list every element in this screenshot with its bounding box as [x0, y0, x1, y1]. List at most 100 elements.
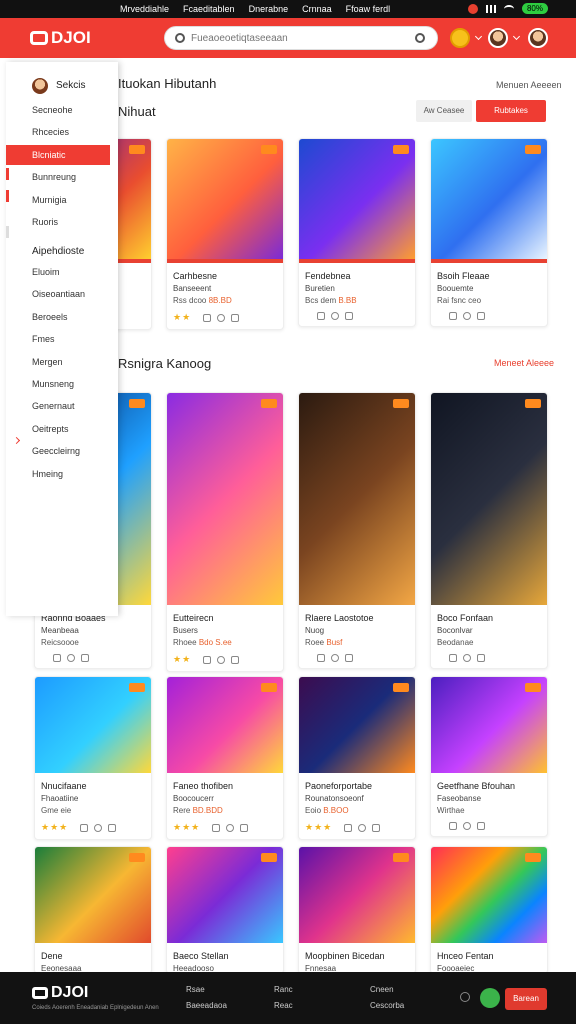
filter-button-active[interactable]: Rubtakes: [476, 100, 546, 122]
sidebar-item[interactable]: Blcniatic: [6, 144, 110, 165]
chevron-down-icon[interactable]: [512, 32, 521, 41]
game-card[interactable]: Boco Fonfaan Boconlvar Beodanae: [430, 392, 548, 669]
sidebar-item[interactable]: Genernaut: [6, 396, 118, 416]
heart-icon[interactable]: [53, 654, 61, 662]
game-card[interactable]: Fendebnea Buretien Bcs dem B.BB: [298, 138, 416, 327]
heart-icon[interactable]: [317, 312, 325, 320]
heart-icon[interactable]: [203, 313, 212, 322]
footer-link[interactable]: Ranc: [274, 982, 293, 998]
bookmark-icon[interactable]: [231, 313, 240, 322]
bookmark-icon[interactable]: [477, 312, 485, 320]
sidebar-item[interactable]: Rhcecies: [6, 122, 118, 142]
share-icon[interactable]: [331, 312, 339, 320]
game-card[interactable]: Dene Eeonesaaa: [34, 846, 152, 972]
game-card[interactable]: Moopbinen Bicedan Fnnesaa: [298, 846, 416, 972]
coin-icon[interactable]: [450, 28, 470, 48]
status-link[interactable]: Crnnaa: [302, 4, 332, 14]
status-link[interactable]: Dnerabne: [249, 4, 289, 14]
heart-icon[interactable]: [317, 654, 325, 662]
game-thumbnail[interactable]: [299, 139, 415, 259]
share-icon[interactable]: [94, 823, 103, 832]
bookmark-icon[interactable]: [81, 654, 89, 662]
heart-icon[interactable]: [449, 822, 457, 830]
game-thumbnail[interactable]: [167, 393, 283, 605]
game-thumbnail[interactable]: [431, 847, 547, 943]
game-thumbnail[interactable]: [299, 677, 415, 773]
heart-icon[interactable]: [449, 654, 457, 662]
search-input[interactable]: [191, 30, 401, 46]
sidebar-item[interactable]: Secneohe: [6, 100, 118, 120]
footer-logo[interactable]: DJOI: [32, 984, 88, 1002]
bookmark-icon[interactable]: [477, 654, 485, 662]
bookmark-icon[interactable]: [231, 655, 240, 664]
search-submit-icon[interactable]: [415, 33, 425, 43]
heart-icon[interactable]: [344, 823, 353, 832]
sidebar-item[interactable]: Geeccleirng: [6, 441, 118, 461]
game-thumbnail[interactable]: [431, 393, 547, 605]
share-icon[interactable]: [463, 654, 471, 662]
sidebar-item[interactable]: Oiseoantiaan: [6, 284, 118, 304]
game-card[interactable]: Faneo thofiben Boocoucerr Rere BD.BDD ★★★: [166, 676, 284, 840]
see-all-link[interactable]: Meneet Aleeee: [494, 358, 554, 368]
share-icon[interactable]: [217, 313, 226, 322]
chevron-down-icon[interactable]: [474, 32, 483, 41]
game-card[interactable]: Paoneforportabe Rounatonsoeonf Eoio B.BOO ★…: [298, 676, 416, 840]
game-thumbnail[interactable]: [35, 677, 151, 773]
heart-icon[interactable]: [80, 823, 89, 832]
sidebar-item[interactable]: Eluoim: [6, 262, 118, 282]
heart-icon[interactable]: [203, 655, 212, 664]
share-icon[interactable]: [331, 654, 339, 662]
game-card[interactable]: Bsoih Fleaae Boouemte Rai fsnc ceo: [430, 138, 548, 327]
sidebar-item[interactable]: Fmes: [6, 329, 118, 349]
game-thumbnail[interactable]: [299, 847, 415, 943]
game-thumbnail[interactable]: [167, 847, 283, 943]
share-icon[interactable]: [217, 655, 226, 664]
share-icon[interactable]: [463, 822, 471, 830]
game-thumbnail[interactable]: [431, 677, 547, 773]
share-icon[interactable]: [463, 312, 471, 320]
game-card[interactable]: Nnucifaane Fhaoatiine Gme eie ★★★: [34, 676, 152, 840]
heart-icon[interactable]: [212, 823, 221, 832]
game-card[interactable]: Rlaere Laostotoe Nuog Roee Busf: [298, 392, 416, 669]
footer-link[interactable]: Cescorba: [370, 998, 404, 1014]
sidebar-item[interactable]: Mergen: [6, 352, 118, 372]
sidebar-item[interactable]: Bunnreung: [6, 167, 118, 187]
bookmark-icon[interactable]: [477, 822, 485, 830]
sidebar-item[interactable]: Hmeing: [6, 464, 118, 484]
bookmark-icon[interactable]: [372, 823, 381, 832]
status-link[interactable]: Mrveddiahle: [120, 4, 169, 14]
filter-button[interactable]: Aw Ceasee: [416, 100, 472, 122]
logo[interactable]: DJOI: [30, 28, 91, 48]
game-thumbnail[interactable]: [299, 393, 415, 605]
footer-cta-button[interactable]: Barean: [505, 988, 547, 1010]
bookmark-icon[interactable]: [240, 823, 249, 832]
sidebar-item[interactable]: Beroeels: [6, 307, 118, 327]
game-card[interactable]: Carhbesne Banseeent Rss dcoo 8B.BD ★★: [166, 138, 284, 330]
game-thumbnail[interactable]: [35, 847, 151, 943]
game-card[interactable]: Hnceo Fentan Foooaeiec: [430, 846, 548, 972]
status-link[interactable]: Fcaeditablen: [183, 4, 235, 14]
search-bar[interactable]: [164, 26, 438, 50]
see-all-link[interactable]: Menuen Aeeeen: [496, 80, 562, 90]
bookmark-icon[interactable]: [345, 312, 353, 320]
footer-link[interactable]: Cneen: [370, 982, 404, 998]
footer-link[interactable]: Baeeadaoa: [186, 998, 227, 1014]
status-link[interactable]: Ffoaw ferdl: [346, 4, 391, 14]
share-icon[interactable]: [67, 654, 75, 662]
avatar[interactable]: [488, 28, 508, 48]
heart-icon[interactable]: [449, 312, 457, 320]
game-card[interactable]: Geetfhane Bfouhan Faseobanse Wirthae: [430, 676, 548, 837]
game-thumbnail[interactable]: [167, 139, 283, 259]
share-icon[interactable]: [226, 823, 235, 832]
sidebar-item[interactable]: Munsneng: [6, 374, 118, 394]
bookmark-icon[interactable]: [108, 823, 117, 832]
sidebar-item[interactable]: Murnigia: [6, 190, 118, 210]
sidebar-item[interactable]: Oeitrepts: [6, 419, 118, 439]
sidebar-item[interactable]: Ruoris: [6, 212, 118, 232]
game-card[interactable]: Baeco Stellan Heeadooso: [166, 846, 284, 972]
share-icon[interactable]: [358, 823, 367, 832]
settings-icon[interactable]: [460, 992, 470, 1002]
footer-link[interactable]: Reac: [274, 998, 293, 1014]
profile-avatar[interactable]: [528, 28, 548, 48]
online-icon[interactable]: [480, 988, 500, 1008]
